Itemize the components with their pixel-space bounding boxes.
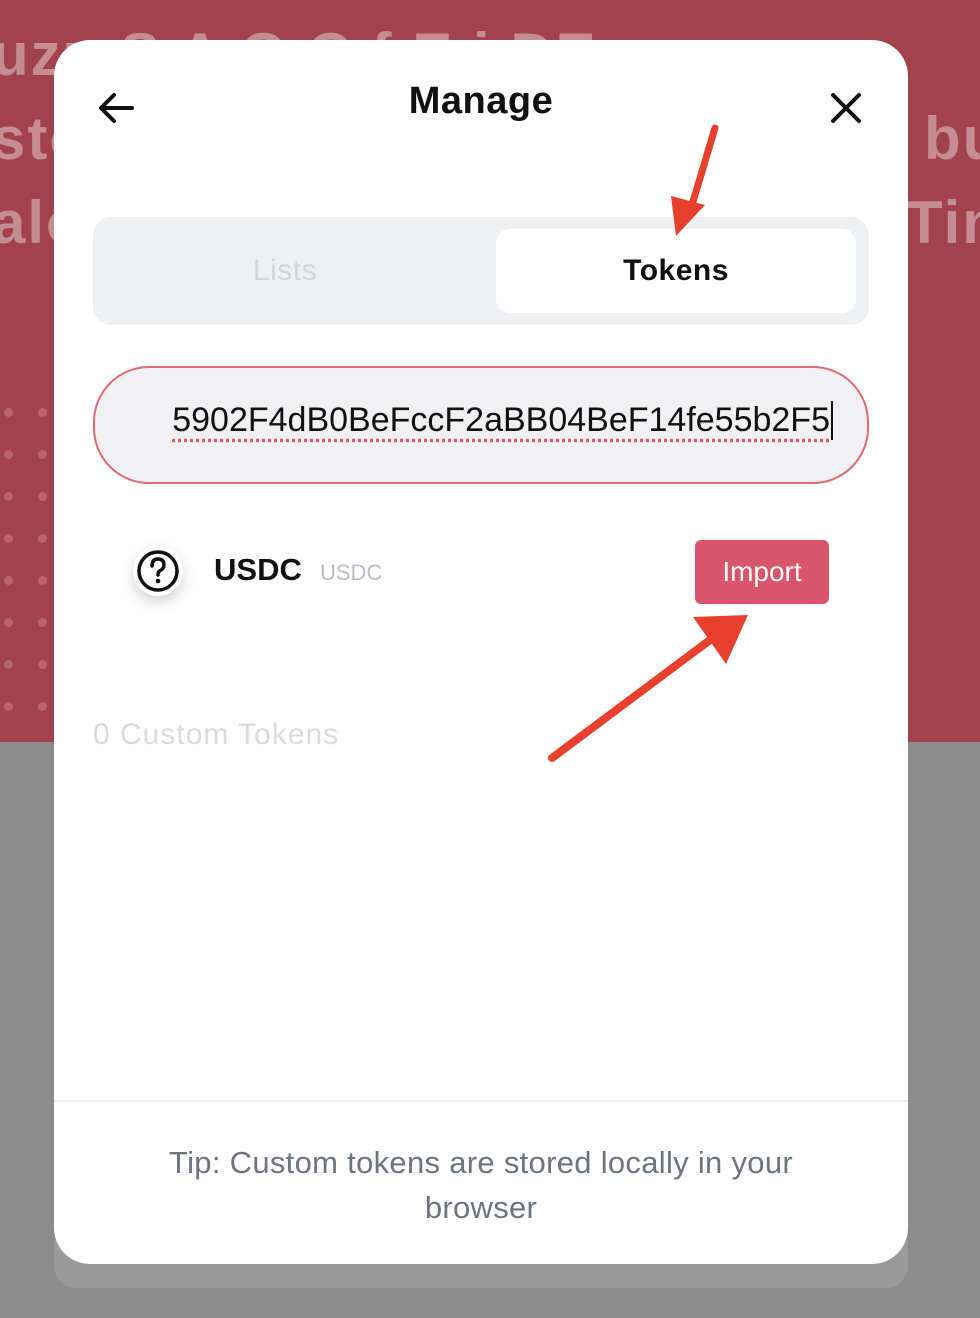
background-dot-pattern xyxy=(4,408,52,728)
background-text-fragment: Tin xyxy=(906,189,980,256)
background-dot xyxy=(38,660,47,669)
background-dot xyxy=(38,408,47,417)
footer-divider xyxy=(54,1100,908,1102)
background-dot xyxy=(4,534,13,543)
tab-tokens[interactable]: Tokens xyxy=(496,229,856,313)
token-symbol: USDC xyxy=(320,560,383,585)
background-dot xyxy=(38,618,47,627)
question-circle-icon xyxy=(133,546,183,596)
close-button[interactable] xyxy=(824,86,868,130)
background-dot xyxy=(38,492,47,501)
tab-bar: Lists Tokens xyxy=(93,217,869,325)
background-dot xyxy=(4,618,13,627)
manage-modal: Manage Lists Tokens 5902F4dB0BeFccF2aBB0… xyxy=(54,40,908,1264)
modal-title: Manage xyxy=(408,80,554,122)
custom-tokens-count: 0 Custom Tokens xyxy=(93,718,340,751)
import-button[interactable]: Import xyxy=(695,540,829,604)
background-dot xyxy=(38,702,47,711)
background-dot xyxy=(4,408,13,417)
tab-lists[interactable]: Lists xyxy=(105,229,465,313)
background-dot xyxy=(4,576,13,585)
token-address-value: 5902F4dB0BeFccF2aBB04BeF14fe55b2F5 xyxy=(172,401,833,440)
token-result-row: USDC USDC Import xyxy=(54,530,908,614)
background-dot xyxy=(38,534,47,543)
token-name: USDC xyxy=(214,552,302,587)
token-address-input[interactable]: 5902F4dB0BeFccF2aBB04BeF14fe55b2F5 xyxy=(93,366,869,484)
background-dot xyxy=(38,576,47,585)
background-dot xyxy=(4,660,13,669)
tip-text: Tip: Custom tokens are stored locally in… xyxy=(169,1145,793,1225)
background-dot xyxy=(4,450,13,459)
close-icon xyxy=(831,93,861,123)
background-dot xyxy=(4,492,13,501)
background-text-fragment: bu xyxy=(924,105,980,172)
background-dot xyxy=(4,702,13,711)
background-dot xyxy=(38,450,47,459)
